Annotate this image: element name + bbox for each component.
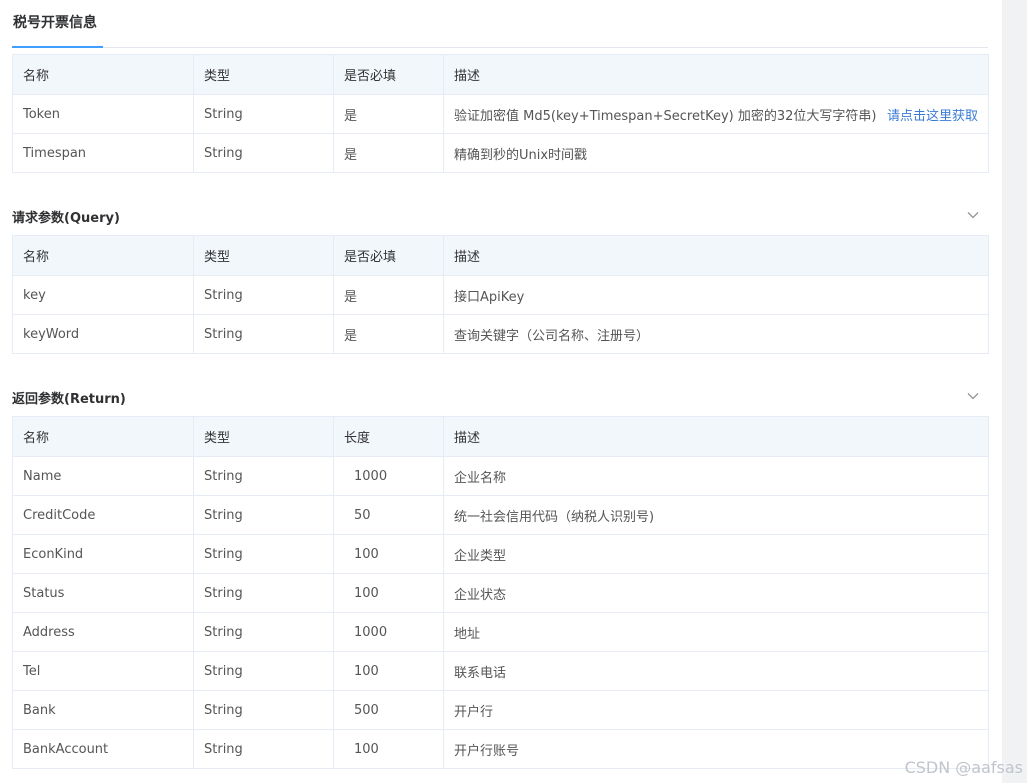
cell-required: 是 [333,94,444,134]
cell-desc: 企业名称 [443,456,989,496]
column-header-type: 类型 [193,235,334,276]
cell-type: String [193,133,334,173]
cell-desc: 查询关键字（公司名称、注册号） [443,314,989,354]
tab-label: 税号开票信息 [13,15,97,31]
cell-type: String [193,314,334,354]
cell-desc: 精确到秒的Unix时间戳 [443,133,989,173]
active-tab-underline [12,46,103,48]
cell-name: Timespan [12,133,194,173]
cell-type: String [193,729,334,769]
column-header-name: 名称 [12,416,194,457]
column-header-desc: 描述 [443,54,989,95]
cell-required: 是 [333,275,444,315]
table-row: Tel String 100 联系电话 [12,651,989,691]
table-row: key String 是 接口ApiKey [12,275,989,315]
column-header-required: 是否必填 [333,235,444,276]
return-section-title[interactable]: 返回参数(Return) [12,388,126,407]
table-row: CreditCode String 50 统一社会信用代码（纳税人识别号) [12,495,989,535]
cell-name: EconKind [12,534,194,574]
cell-type: String [193,275,334,315]
cell-length: 100 [333,729,444,769]
table-row: keyWord String 是 查询关键字（公司名称、注册号） [12,314,989,354]
table-row: Name String 1000 企业名称 [12,456,989,496]
query-section-title[interactable]: 请求参数(Query) [12,207,120,226]
chevron-down-icon[interactable] [966,389,980,403]
cell-desc: 联系电话 [443,651,989,691]
cell-name: Tel [12,651,194,691]
header-params-table: 名称 类型 是否必填 描述 Token String 是 验证加密值 Md5(k… [12,54,989,173]
column-header-desc: 描述 [443,416,989,457]
token-desc-text: 验证加密值 Md5(key+Timespan+SecretKey) 加密的32位… [454,108,877,124]
get-token-link[interactable]: 请点击这里获取 [887,105,978,124]
table-header-row: 名称 类型 长度 描述 [12,416,989,457]
column-header-type: 类型 [193,416,334,457]
cell-length: 100 [333,534,444,574]
cell-required: 是 [333,133,444,173]
table-row: Token String 是 验证加密值 Md5(key+Timespan+Se… [12,94,989,134]
cell-name: Bank [12,690,194,730]
cell-type: String [193,94,334,134]
column-header-desc: 描述 [443,235,989,276]
column-header-type: 类型 [193,54,334,95]
watermark: CSDN @aafsas [904,758,1023,777]
return-params-table: 名称 类型 长度 描述 Name String 1000 企业名称 Credit… [12,416,989,769]
cell-length: 100 [333,651,444,691]
cell-desc: 地址 [443,612,989,652]
cell-name: keyWord [12,314,194,354]
tab-tax-invoice-info[interactable]: 税号开票信息 [12,12,98,48]
tab-bar: 税号开票信息 [12,0,988,48]
cell-desc: 接口ApiKey [443,275,989,315]
cell-length: 1000 [333,456,444,496]
cell-type: String [193,573,334,613]
table-row: EconKind String 100 企业类型 [12,534,989,574]
cell-name: CreditCode [12,495,194,535]
cell-type: String [193,612,334,652]
table-header-row: 名称 类型 是否必填 描述 [12,235,989,276]
cell-desc: 开户行 [443,690,989,730]
cell-length: 1000 [333,612,444,652]
cell-required: 是 [333,314,444,354]
table-row: Address String 1000 地址 [12,612,989,652]
cell-length: 100 [333,573,444,613]
cell-name: Token [12,94,194,134]
table-row: BankAccount String 100 开户行账号 [12,729,989,769]
cell-type: String [193,651,334,691]
table-row: Status String 100 企业状态 [12,573,989,613]
cell-type: String [193,495,334,535]
cell-name: BankAccount [12,729,194,769]
cell-type: String [193,690,334,730]
cell-name: key [12,275,194,315]
cell-desc: 企业状态 [443,573,989,613]
column-header-required: 是否必填 [333,54,444,95]
query-params-table: 名称 类型 是否必填 描述 key String 是 接口ApiKey keyW… [12,235,989,354]
vertical-scrollbar[interactable] [1002,0,1027,783]
table-row: Bank String 500 开户行 [12,690,989,730]
cell-name: Status [12,573,194,613]
cell-name: Address [12,612,194,652]
table-row: Timespan String 是 精确到秒的Unix时间戳 [12,133,989,173]
cell-desc: 企业类型 [443,534,989,574]
cell-name: Name [12,456,194,496]
cell-desc: 验证加密值 Md5(key+Timespan+SecretKey) 加密的32位… [443,94,989,134]
column-header-name: 名称 [12,54,194,95]
column-header-name: 名称 [12,235,194,276]
cell-length: 50 [333,495,444,535]
cell-length: 500 [333,690,444,730]
table-header-row: 名称 类型 是否必填 描述 [12,54,989,95]
cell-type: String [193,534,334,574]
cell-desc: 统一社会信用代码（纳税人识别号) [443,495,989,535]
cell-type: String [193,456,334,496]
column-header-length: 长度 [333,416,444,457]
chevron-down-icon[interactable] [966,208,980,222]
